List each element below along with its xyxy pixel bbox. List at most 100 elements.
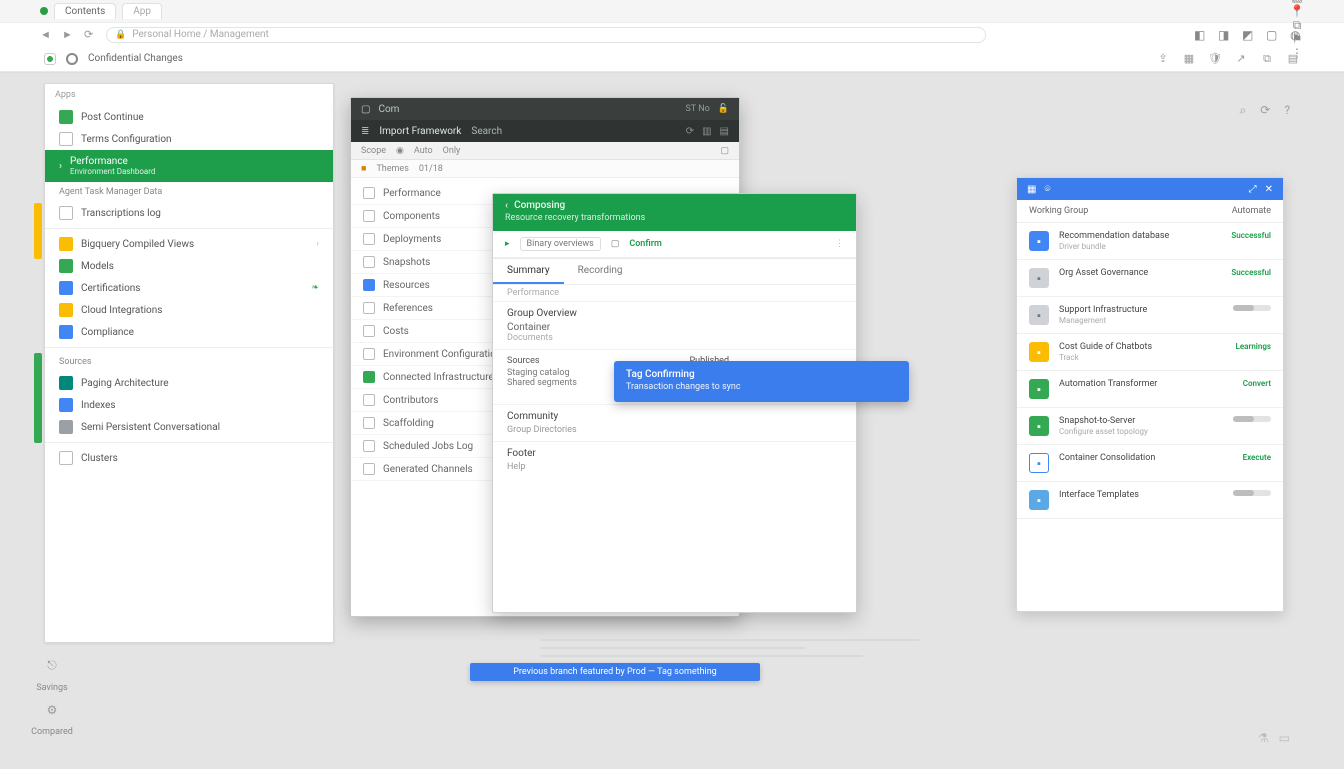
activity-item[interactable]: ▪ Cost Guide of Chatbots TrackLearnings	[1017, 334, 1283, 371]
sidebar-item-performance[interactable]: › Performance Environment Dashboard	[45, 150, 333, 182]
square-icon[interactable]: ▢	[720, 146, 729, 156]
sidebar-item-search[interactable]: Semi Persistent Conversational	[45, 416, 333, 438]
chevron-left-icon[interactable]: ‹	[505, 200, 508, 211]
split-icon[interactable]: ▤	[720, 126, 729, 137]
avatar-icon[interactable]: ◍	[1290, 28, 1304, 42]
toolbar-label[interactable]: Import Framework	[379, 126, 461, 137]
sidebar-item-paging[interactable]: Paging Architecture	[45, 372, 333, 394]
tool-copy-icon[interactable]: ⧉	[1260, 52, 1274, 66]
address-bar-row: ◄ ► ⟳ 🔒 Personal Home / Management ◧ ◨ ◩…	[0, 22, 1344, 46]
compose-block-community: Community Group Directories	[493, 405, 856, 442]
tool-shield-icon[interactable]: 🛡	[1208, 52, 1222, 66]
mic-icon[interactable]: ⌾	[1044, 184, 1050, 195]
exit-icon[interactable]: ⎋	[47, 658, 57, 673]
search-icon	[59, 420, 73, 434]
doc-icon	[59, 398, 73, 412]
address-field[interactable]: 🔒 Personal Home / Management	[106, 27, 986, 43]
tool-share-icon[interactable]: ⇪	[1156, 52, 1170, 66]
ext2-icon[interactable]: ◨	[1218, 28, 1232, 42]
help-icon[interactable]: ?	[1284, 103, 1290, 118]
tool-doc-icon[interactable]: ▤	[1286, 52, 1300, 66]
activity-item[interactable]: ▪ Snapshot-to-Server Configure asset top…	[1017, 408, 1283, 445]
toolbar-search[interactable]: Search	[471, 126, 502, 137]
back-icon[interactable]: ◄	[40, 28, 54, 42]
tag-callout[interactable]: Tag Confirming Transaction changes to sy…	[614, 361, 909, 402]
app-logo-icon	[44, 53, 56, 65]
item-icon	[363, 210, 375, 222]
sidebar-item-post[interactable]: Post Continue	[45, 106, 333, 128]
item-tag: Learnings	[1236, 342, 1271, 351]
list-icon[interactable]: ≣	[361, 126, 369, 137]
sidebar-item-indexes[interactable]: Indexes	[45, 394, 333, 416]
pin-icon[interactable]: 📍	[1290, 4, 1304, 18]
sub-label[interactable]: Themes	[376, 164, 408, 174]
db-icon	[59, 376, 73, 390]
ext1-icon[interactable]: ◧	[1194, 28, 1208, 42]
activity-item[interactable]: ▪ Automation Transformer Convert	[1017, 371, 1283, 408]
sidebar-item-compliance[interactable]: Compliance	[45, 321, 333, 343]
item-title: Cost Guide of Chatbots	[1059, 342, 1226, 352]
activity-item[interactable]: ▪ Interface Templates	[1017, 482, 1283, 519]
sidebar-item-label: Bigquery Compiled Views	[81, 239, 194, 250]
item-label: Contributors	[383, 395, 438, 406]
more-icon[interactable]: ⋮	[835, 239, 844, 249]
browser-tab-1[interactable]: Contents	[54, 3, 116, 19]
screen-icon[interactable]: ▭	[1279, 731, 1290, 745]
item-tag: Convert	[1243, 379, 1271, 388]
phone-icon[interactable]: ⌕	[1240, 103, 1247, 118]
sidebar-item-terms[interactable]: Terms Configuration	[45, 128, 333, 150]
sidebar-item-cloud[interactable]: Cloud Integrations	[45, 299, 333, 321]
bottle2-icon[interactable]: ⚗	[1258, 731, 1269, 745]
folder-icon	[59, 237, 73, 251]
strip-label[interactable]: Scope	[361, 146, 386, 156]
item-sub: Driver bundle	[1059, 242, 1221, 251]
lock-open-icon: 🔓	[718, 104, 729, 114]
sidebar-item-transcriptions[interactable]: Transcriptions log	[45, 202, 333, 224]
bottle-icon	[59, 110, 73, 124]
item-title: Snapshot-to-Server	[1059, 416, 1223, 426]
browser-tab-2[interactable]: App	[122, 3, 162, 19]
block-heading: Group Overview	[507, 308, 842, 319]
tab-recording[interactable]: Recording	[564, 259, 637, 284]
ext3-icon[interactable]: ◩	[1242, 28, 1256, 42]
inspector-titlebar[interactable]: ▢ Com ST No 🔓	[351, 98, 739, 120]
sidebar-item-models[interactable]: Models	[45, 255, 333, 277]
play-icon[interactable]: ▸	[505, 239, 510, 249]
breadcrumb[interactable]: Confidential Changes	[88, 53, 183, 64]
chip[interactable]: Binary overviews	[520, 237, 601, 251]
chip-confirm[interactable]: Confirm	[629, 239, 661, 249]
sidebar-item-label: Semi Persistent Conversational	[81, 422, 220, 433]
sidebar-accent-1	[34, 203, 42, 259]
strip-label[interactable]: Only	[443, 146, 461, 156]
activity-item[interactable]: ▪ Container Consolidation Execute	[1017, 445, 1283, 482]
radio-icon[interactable]: ◉	[396, 146, 404, 156]
strip-label[interactable]: Auto	[414, 146, 433, 156]
sidebar-group-agent: Agent Task Manager Data	[45, 182, 333, 202]
address-text: Personal Home / Management	[132, 29, 269, 40]
item-icon: ▪	[1029, 305, 1049, 325]
activity-item[interactable]: ▪ Support Infrastructure Management	[1017, 297, 1283, 334]
sidebar-item-bigquery[interactable]: Bigquery Compiled Views ›	[45, 233, 333, 255]
forward-icon[interactable]: ►	[62, 28, 76, 42]
expand-icon[interactable]: ⤢	[1249, 184, 1257, 195]
sidebar-item-label: Performance	[70, 156, 128, 167]
sidebar-item-certs[interactable]: Certifications ❧	[45, 277, 333, 299]
compose-chiprow: ▸ Binary overviews ▢ Confirm ⋮	[493, 231, 856, 258]
sidebar-item-clusters[interactable]: Clusters	[45, 447, 333, 469]
headset-icon[interactable]: ⟳	[1260, 103, 1270, 118]
tool-link-icon[interactable]: ↗	[1234, 52, 1248, 66]
folder-icon	[59, 259, 73, 273]
tab-summary[interactable]: Summary	[493, 259, 564, 284]
refresh-icon[interactable]: ⟳	[686, 126, 694, 137]
status-pill[interactable]: Previous branch featured by Prod — Tag s…	[470, 663, 760, 681]
activity-item[interactable]: ▪ Recommendation database Driver bundleS…	[1017, 223, 1283, 260]
close-icon[interactable]: ✕	[1265, 184, 1273, 195]
reload-icon[interactable]: ⟳	[84, 28, 98, 42]
activity-item[interactable]: ▪ Org Asset Governance Successful	[1017, 260, 1283, 297]
tool-clip-icon[interactable]: ▦	[1182, 52, 1196, 66]
settings-icon[interactable]: ⚙	[47, 703, 58, 717]
chevron-right-icon: ›	[59, 161, 62, 172]
panel-icon[interactable]: ▥	[702, 126, 711, 137]
grid-icon[interactable]: ▦	[1027, 184, 1036, 195]
ext4-icon[interactable]: ▢	[1266, 28, 1280, 42]
